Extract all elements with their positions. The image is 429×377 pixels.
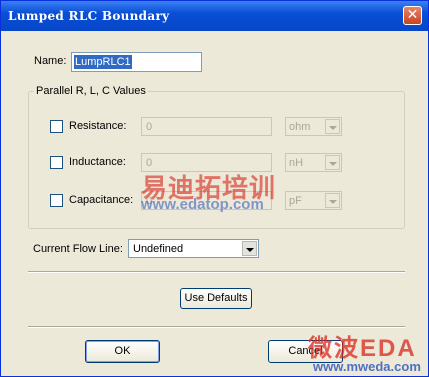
name-input[interactable]: LumpRLC1 <box>71 52 202 72</box>
watermark-url-bottom: www.mweda.com <box>313 359 421 374</box>
dialog-window: Lumped RLC Boundary ✕ Name: LumpRLC1 Par… <box>0 0 429 377</box>
separator-top <box>28 271 405 273</box>
capacitance-checkbox[interactable] <box>50 194 63 207</box>
watermark-cn-bottom: 微波EDA <box>308 335 417 362</box>
parallel-rlc-caption: Parallel R, L, C Values <box>34 85 148 97</box>
capacitance-unit-select[interactable]: pF <box>285 191 342 210</box>
inductance-checkbox[interactable] <box>50 156 63 169</box>
watermark-url-top: www.edatop.com <box>141 196 264 213</box>
resistance-checkbox[interactable] <box>50 120 63 133</box>
title-bar[interactable]: Lumped RLC Boundary ✕ <box>1 1 428 31</box>
chevron-down-icon[interactable] <box>242 241 257 256</box>
resistance-input[interactable]: 0 <box>141 117 272 136</box>
resistance-value: 0 <box>146 121 153 133</box>
inductance-unit-select[interactable]: nH <box>285 153 342 172</box>
resistance-label: Resistance: <box>69 120 127 132</box>
resistance-unit: ohm <box>289 121 311 133</box>
flow-line-label: Current Flow Line: <box>33 243 123 255</box>
name-input-selected-text: LumpRLC1 <box>74 55 132 69</box>
chevron-down-icon[interactable] <box>325 193 340 208</box>
ok-button[interactable]: OK <box>85 340 160 363</box>
flow-line-value: Undefined <box>133 243 184 255</box>
flow-line-select[interactable]: Undefined <box>128 239 259 258</box>
close-button[interactable]: ✕ <box>403 6 422 25</box>
chevron-down-icon[interactable] <box>325 119 340 134</box>
name-label: Name: <box>34 55 67 67</box>
close-icon: ✕ <box>406 7 419 23</box>
chevron-down-icon[interactable] <box>325 155 340 170</box>
use-defaults-button[interactable]: Use Defaults <box>180 288 252 309</box>
dialog-title: Lumped RLC Boundary <box>8 9 170 23</box>
capacitance-label: Capacitance: <box>69 194 134 206</box>
resistance-unit-select[interactable]: ohm <box>285 117 342 136</box>
inductance-unit: nH <box>289 157 304 169</box>
inductance-label: Inductance: <box>69 156 126 168</box>
capacitance-unit: pF <box>289 195 302 207</box>
